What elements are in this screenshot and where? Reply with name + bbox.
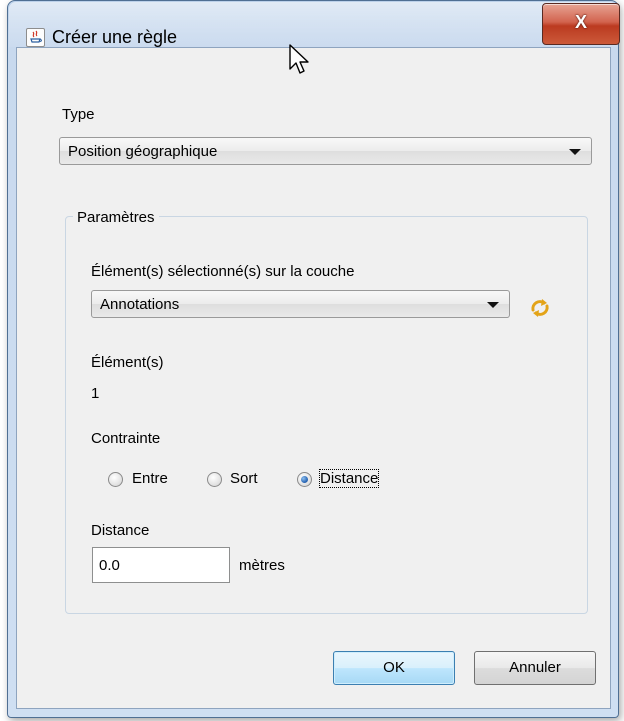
elements-label: Élément(s) xyxy=(91,354,164,371)
layer-label: Élément(s) sélectionné(s) sur la couche xyxy=(91,263,355,280)
java-app-icon xyxy=(26,28,45,47)
refresh-icon[interactable] xyxy=(527,295,553,321)
layer-select[interactable]: Annotations xyxy=(91,290,510,318)
radio-distance[interactable] xyxy=(297,472,312,487)
mouse-cursor-icon xyxy=(289,44,309,74)
close-button[interactable]: X xyxy=(542,3,620,45)
ok-button[interactable]: OK xyxy=(333,651,455,685)
radio-entre[interactable] xyxy=(108,472,123,487)
type-select-value: Position géographique xyxy=(68,143,218,160)
type-label: Type xyxy=(62,106,95,123)
radio-distance-label[interactable]: Distance xyxy=(318,469,380,488)
close-icon: X xyxy=(574,12,587,32)
cancel-button[interactable]: Annuler xyxy=(474,651,596,685)
constraint-label: Contrainte xyxy=(91,430,161,447)
elements-count: 1 xyxy=(91,385,100,402)
radio-entre-label[interactable]: Entre xyxy=(132,470,168,487)
distance-input[interactable] xyxy=(92,547,230,583)
parameters-group-title: Paramètres xyxy=(73,209,159,226)
type-select[interactable]: Position géographique xyxy=(59,137,592,165)
window-title: Créer une règle xyxy=(52,27,178,47)
radio-sort-label[interactable]: Sort xyxy=(230,470,258,487)
chevron-down-icon xyxy=(569,149,581,155)
dialog-content: Type Position géographique Paramètres Él… xyxy=(16,47,611,709)
radio-sort[interactable] xyxy=(207,472,222,487)
distance-unit-label: mètres xyxy=(239,557,285,574)
chevron-down-icon xyxy=(487,302,499,308)
layer-select-value: Annotations xyxy=(100,296,180,313)
distance-label: Distance xyxy=(91,522,150,539)
title-bar[interactable]: Créer une règle X xyxy=(8,1,620,47)
